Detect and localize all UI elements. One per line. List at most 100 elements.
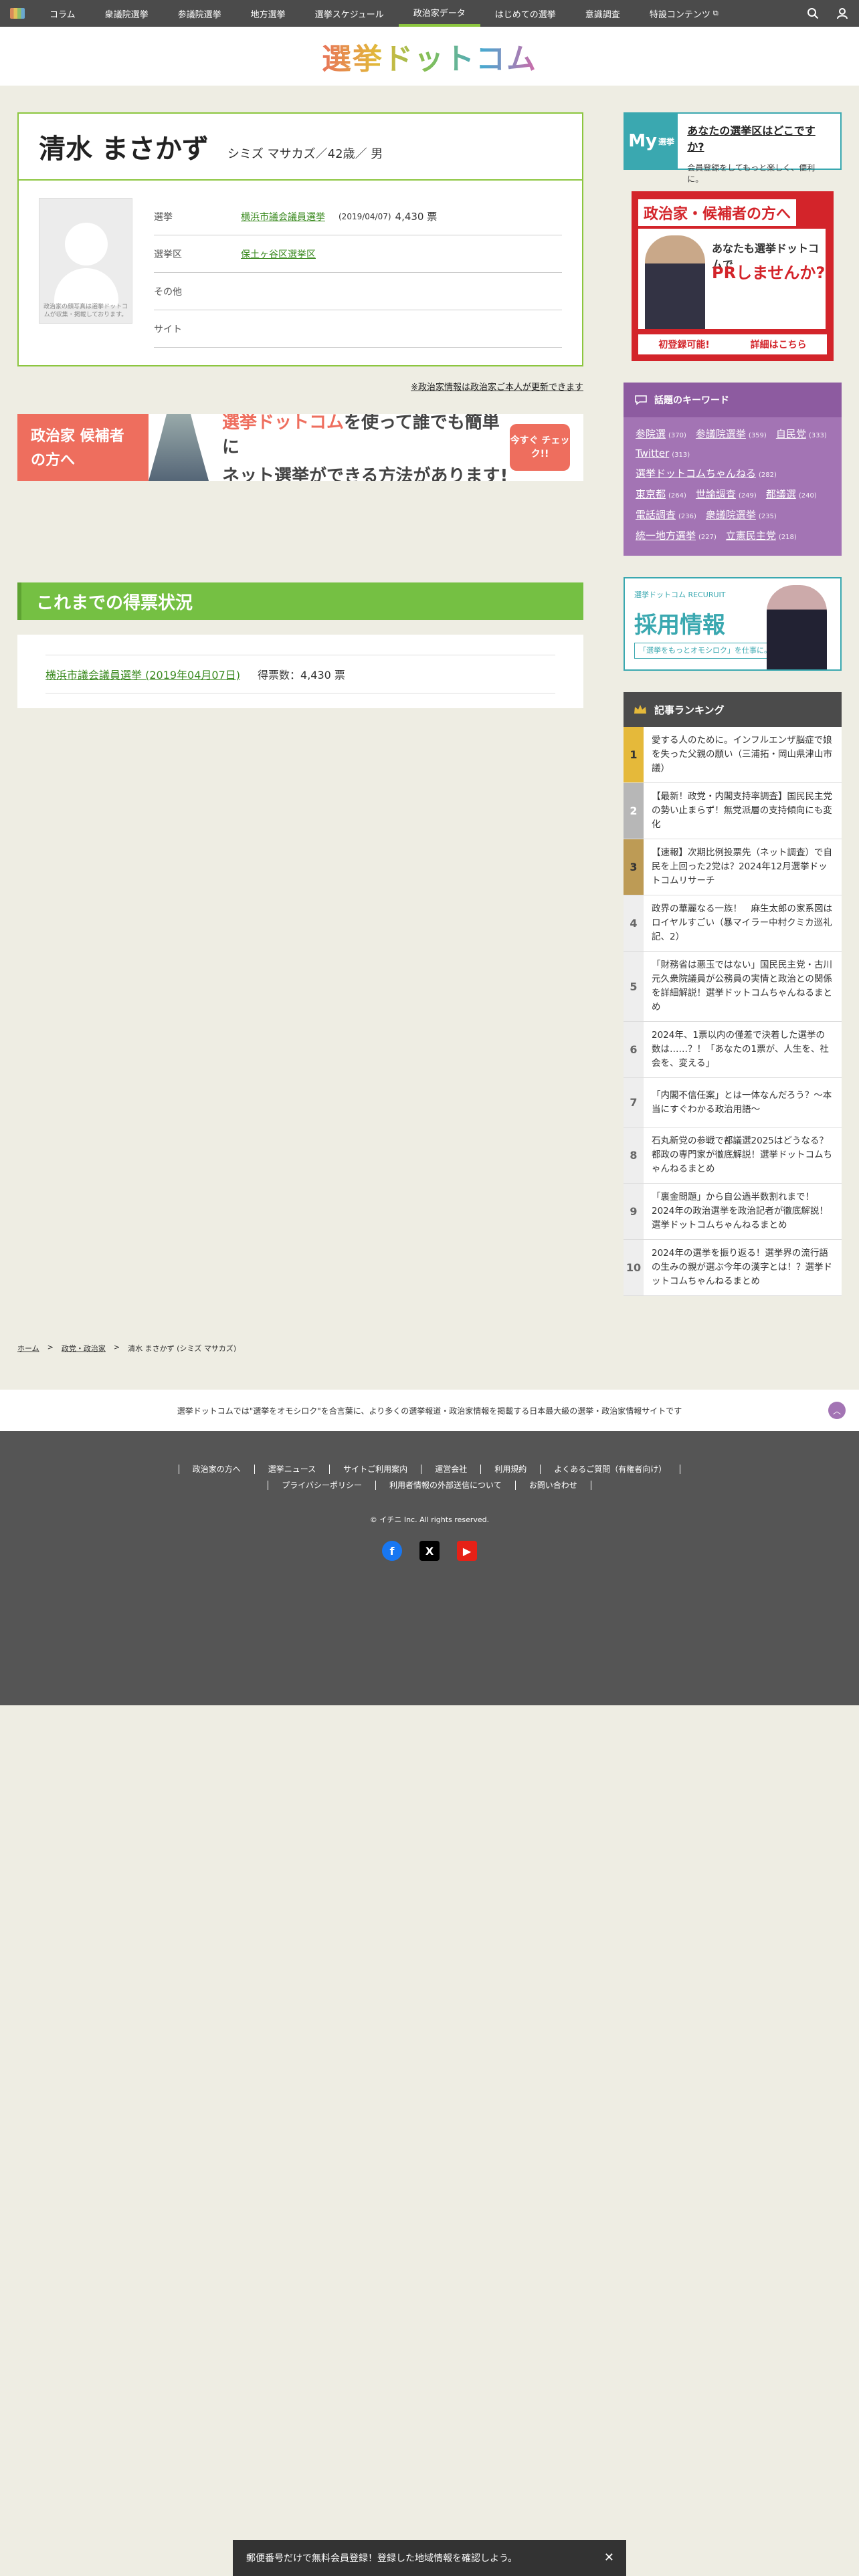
breadcrumb: ホーム > 政党・政治家 > 清水 まさかず (シミズ マサカズ) [17, 1343, 236, 1354]
my-election-question: あなたの選挙区はどこですか? [687, 124, 816, 153]
profile-card: 清水 まさかず シミズ マサカズ／42歳／ 男 政治家の顔写真は選挙ドットコムが… [17, 112, 583, 366]
ranking-header: 記事ランキング [624, 692, 842, 727]
keyword-item[interactable]: 参院選 (370) [636, 427, 686, 441]
info-label: 選挙区 [154, 249, 182, 260]
facebook-icon[interactable]: f [382, 1541, 402, 1561]
rank-title: 「裏金問題」から自公過半数割れまで！2024年の政治選挙を政治記者が徹底解説！選… [652, 1192, 828, 1230]
district-link[interactable]: 保土ヶ谷区選挙区 [241, 247, 316, 261]
rank-number: 6 [624, 1022, 644, 1077]
speech-bubble-icon [635, 395, 647, 405]
footer-link[interactable]: プライバシーポリシー [268, 1481, 375, 1490]
footer-link[interactable]: 選挙ニュース [254, 1465, 329, 1474]
politician-promo-banner[interactable]: 政治家 候補者の方へ 選挙ドットコムを使って誰でも簡単に ネット選挙ができる方法… [17, 414, 583, 481]
footer-link[interactable]: 政治家の方へ [178, 1465, 254, 1474]
recruit-banner[interactable]: 選挙ドットコム RECURUIT 採用情報 「選挙をもっとオモシロク」を仕事に。 [624, 577, 842, 671]
user-icon[interactable] [835, 6, 850, 21]
promo-check-button[interactable]: 今すぐ チェック!! [510, 424, 570, 471]
nav-item-politician-data[interactable]: 政治家データ [398, 0, 480, 27]
footer-link[interactable]: 利用規約 [480, 1465, 540, 1474]
rank-title: 2024年、1票以内の僅差で決着した選挙の数は……？！「あなたの1票が、人生を、… [652, 1030, 829, 1069]
profile-info: 選挙 横浜市議会議員選挙 (2019/04/07) 4,430 票 選挙区 保土… [154, 198, 562, 348]
keyword-item[interactable]: 衆議院選挙 (235) [706, 508, 777, 522]
update-note-link[interactable]: ※政治家情報は政治家ご本人が更新できます [17, 380, 583, 393]
nav-items: コラム 衆議院選挙 参議院選挙 地方選挙 選挙スケジュール 政治家データ はじめ… [35, 0, 733, 27]
vote-election-link[interactable]: 横浜市議会議員選挙 (2019年04月07日) [45, 666, 240, 682]
ranking-item[interactable]: 4 政界の華麗なる一族！ 麻生太郎の家系図はロイヤルすごい（暴マイラー中村クミカ巡… [624, 895, 842, 952]
close-icon[interactable]: ✕ [604, 2551, 614, 2565]
keyword-item[interactable]: 選挙ドットコムちゃんねる (282) [636, 466, 777, 480]
nav-item-shugiin[interactable]: 衆議院選挙 [90, 0, 163, 27]
rank-number: 7 [624, 1078, 644, 1127]
footer-link[interactable]: 利用者情報の外部送信について [375, 1481, 515, 1490]
ranking-item[interactable]: 10 2024年の選挙を振り返る！選挙界の流行語の生みの親が選ぶ今年の漢字とは！？… [624, 1240, 842, 1296]
nav-item-column[interactable]: コラム [35, 0, 90, 27]
breadcrumb-separator: > [47, 1343, 54, 1352]
promo-left-label: 政治家 候補者の方へ [17, 414, 149, 481]
my-election-box[interactable]: My 選挙 あなたの選挙区はどこですか? 会員登録をしてもっと楽しく、便利に。 [624, 112, 842, 184]
rank-title: 「内閣不信任案」とは一体なんだろう？〜本当にすぐわかる政治用語〜 [652, 1089, 832, 1115]
ranking-item[interactable]: 7 「内閣不信任案」とは一体なんだろう？〜本当にすぐわかる政治用語〜 [624, 1078, 842, 1128]
keyword-count: (236) [678, 513, 696, 520]
my-election-sub: 会員登録をしてもっと楽しく、便利に。 [687, 163, 816, 184]
keyword-word: Twitter [636, 447, 670, 459]
keyword-item[interactable]: 世論調査 (249) [696, 487, 757, 501]
ranking-item[interactable]: 9 「裏金問題」から自公過半数割れまで！2024年の政治選挙を政治記者が徹底解説！… [624, 1184, 842, 1240]
keyword-count: (227) [698, 534, 717, 541]
cand-ad-panel: あなたも選挙ドットコムで PRしませんか? [638, 229, 826, 329]
x-twitter-icon[interactable]: X [419, 1541, 440, 1561]
rank-number: 10 [624, 1240, 644, 1295]
site-logo[interactable]: 選挙ドットコム [322, 35, 537, 78]
votes-box: 横浜市議会議員選挙 (2019年04月07日) 得票数：4,430 票 [17, 635, 583, 708]
nav-item-schedule[interactable]: 選挙スケジュール [300, 0, 399, 27]
nav-item-first-election[interactable]: はじめての選挙 [480, 0, 571, 27]
youtube-icon[interactable]: ▶ [457, 1541, 477, 1561]
ranking-item[interactable]: 3 【速報】次期比例投票先（ネット調査）で自民を上回った2党は？2024年12月選… [624, 839, 842, 895]
home-logo-icon[interactable] [0, 0, 35, 27]
ranking-item[interactable]: 1 愛する人のために。インフルエンザ脳症で娘を失った父親の願い（三浦拓・岡山県津山… [624, 727, 842, 783]
election-votes: 4,430 票 [395, 211, 438, 223]
nav-item-special[interactable]: 特設コンテンツ ⧉ [635, 0, 733, 27]
social-links: f X ▶ [0, 1541, 859, 1561]
nav-item-local[interactable]: 地方選挙 [236, 0, 300, 27]
rank-title: 【速報】次期比例投票先（ネット調査）で自民を上回った2党は？2024年12月選挙… [652, 847, 832, 886]
ranking-item[interactable]: 2 【最新！政党・内閣支持率調査】国民民主党の勢い止まらず！無党派層の支持傾向にも… [624, 783, 842, 839]
keyword-item[interactable]: 参議院選挙 (359) [696, 427, 767, 441]
rank-number: 3 [624, 839, 644, 895]
footer-link[interactable]: 運営会社 [421, 1465, 480, 1474]
recruit-sub: 「選挙をもっとオモシロク」を仕事に。 [634, 643, 776, 659]
site-tagline: 選挙ドットコムでは"選挙をオモシロク"を合言葉に、より多くの選挙報道・政治家情報… [177, 1406, 682, 1416]
election-link[interactable]: 横浜市議会議員選挙 [241, 210, 325, 223]
keyword-word: 衆議院選挙 [705, 509, 756, 521]
ranking-item[interactable]: 8 石丸新党の参戦で都議選2025はどうなる？都政の専門家が徹底解説！選挙ドットコ… [624, 1128, 842, 1184]
info-row-other: その他 [154, 273, 562, 310]
footer-link[interactable]: サイトご利用案内 [329, 1465, 421, 1474]
nav-item-survey[interactable]: 意識調査 [571, 0, 635, 27]
search-icon[interactable] [805, 6, 820, 21]
promo-text: 選挙ドットコムを使って誰でも簡単に ネット選挙ができる方法があります! [209, 414, 510, 481]
rank-number: 1 [624, 727, 644, 782]
rank-title: 政界の華麗なる一族！ 麻生太郎の家系図はロイヤルすごい（暴マイラー中村クミカ巡礼… [652, 903, 832, 942]
keyword-item[interactable]: Twitter (313) [636, 447, 690, 459]
keyword-item[interactable]: 自民党 (333) [776, 427, 827, 441]
my-badge-sub: 選挙 [658, 136, 675, 146]
keyword-item[interactable]: 統一地方選挙 (227) [636, 528, 717, 542]
keyword-item[interactable]: 立憲民主党 (218) [726, 528, 797, 542]
keyword-item[interactable]: 都議選 (240) [766, 487, 817, 501]
breadcrumb-parent[interactable]: 政党・政治家 [62, 1343, 106, 1354]
keyword-item[interactable]: 東京都 (264) [636, 487, 686, 501]
ranking-item[interactable]: 6 2024年、1票以内の僅差で決着した選挙の数は……？！「あなたの1票が、人生を… [624, 1022, 842, 1078]
keyword-count: (313) [672, 451, 690, 459]
footer-link[interactable]: よくあるご質問（有権者向け） [540, 1465, 681, 1474]
photo-note: 政治家の顔写真は選挙ドットコムが収集・掲載しております。 [43, 304, 128, 318]
back-to-top-icon[interactable]: ︿ [828, 1402, 846, 1419]
breadcrumb-home[interactable]: ホーム [17, 1343, 39, 1354]
candidate-pr-ad[interactable]: 政治家・候補者の方へ あなたも選挙ドットコムで PRしませんか? 初登録可能! … [632, 191, 834, 361]
footer-link[interactable]: お問い合わせ [514, 1481, 591, 1490]
recruit-title: 採用情報 [634, 612, 725, 639]
nav-item-sangiin[interactable]: 参議院選挙 [163, 0, 236, 27]
ranking-item[interactable]: 5 「財務省は悪玉ではない」国民民主党・古川元久衆院議員が公務員の実情と政治との関… [624, 952, 842, 1022]
keyword-count: (370) [668, 432, 686, 439]
keyword-item[interactable]: 電話調査 (236) [636, 508, 696, 522]
registration-banner[interactable]: 郵便番号だけで無料会員登録！登録した地域情報を確認しよう。 ✕ [233, 2540, 626, 2576]
keyword-word: 参院選 [636, 428, 666, 440]
